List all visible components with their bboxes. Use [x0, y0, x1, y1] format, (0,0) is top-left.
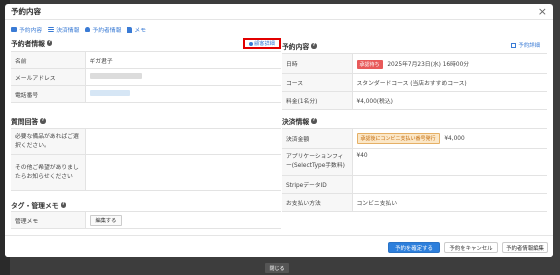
nav-reservation-label: 予約内容: [19, 28, 43, 34]
help-icon[interactable]: ?: [311, 118, 317, 124]
customer-detail-label: 顧客詳細: [254, 41, 275, 47]
table-row: 日時 承認待ち 2025年7月23日(水) 16時00分: [282, 53, 547, 74]
fee-label: 料金(1名分): [282, 91, 353, 110]
date-value: 2025年7月23日(水) 16時00分: [387, 61, 470, 68]
calendar-icon: [11, 27, 17, 32]
tags-title-text: タグ・管理メモ: [11, 202, 59, 210]
reservation-section-title: 予約内容 ?: [282, 41, 317, 51]
reservation-table: 日時 承認待ち 2025年7月23日(水) 16時00分 コース スタンダードコ…: [282, 53, 547, 110]
redacted-email: [89, 73, 142, 79]
payment-table: 決済金額 承認後にコンビニ支払い番号発行 ¥4,000 アプリケーションフィー(…: [282, 128, 547, 212]
reserver-section-title: 予約者情報 ?: [11, 38, 53, 48]
nav-memo-label: メモ: [134, 28, 147, 34]
cancel-reservation-button[interactable]: 予約をキャンセル: [444, 242, 498, 253]
table-row: お支払い方法 コンビニ支払い: [282, 193, 547, 212]
edit-memo-button[interactable]: 編集する: [89, 214, 123, 226]
question-label: 必要な備品があればご選択ください。: [11, 128, 86, 155]
name-label: 名前: [11, 51, 86, 69]
help-icon[interactable]: ?: [46, 40, 53, 46]
questions-table: 必要な備品があればご選択ください。 その他ご希望がありましたらお知らせください: [11, 128, 281, 191]
reservation-title-text: 予約内容: [282, 43, 310, 51]
nav-payment-label: 決済情報: [56, 28, 80, 34]
table-row: アプリケーションフィー(SelectType手数料) ¥40: [282, 148, 547, 176]
payment-section-title: 決済情報 ?: [282, 116, 317, 126]
memo-value: 編集する: [85, 211, 281, 229]
tags-table: 管理メモ 編集する: [11, 211, 281, 229]
memo-label: 管理メモ: [11, 211, 86, 229]
nav-payment[interactable]: 決済情報: [48, 25, 79, 34]
page-close-button[interactable]: 閉じる: [265, 263, 289, 273]
convenience-badge: 承認後にコンビニ支払い番号発行: [356, 133, 440, 144]
table-row: 決済金額 承認後にコンビニ支払い番号発行 ¥4,000: [282, 128, 547, 149]
email-value: [85, 68, 281, 86]
table-row: その他ご希望がありましたらお知らせください: [11, 154, 281, 191]
name-value: ギガ君子: [85, 51, 281, 69]
confirm-reservation-button[interactable]: 予約を確定する: [388, 242, 440, 253]
reserver-title-text: 予約者情報: [11, 40, 45, 48]
nav-reserver[interactable]: 予約者情報: [85, 25, 121, 34]
redacted-phone: [89, 90, 130, 96]
question-label: その他ご希望がありましたらお知らせください: [11, 154, 86, 191]
customer-detail-button[interactable]: 顧客詳細: [243, 38, 281, 49]
questions-title-text: 質問回答: [11, 118, 39, 126]
question-answer: [85, 154, 281, 191]
edit-reserver-button[interactable]: 予約者情報編集: [502, 242, 548, 253]
payment-title-text: 決済情報: [282, 118, 310, 126]
questions-section-title: 質問回答 ?: [11, 116, 46, 126]
question-answer: [85, 128, 281, 155]
reservation-detail-label: 予約詳細: [518, 43, 540, 49]
email-label: メールアドレス: [11, 68, 86, 86]
person-icon: [85, 27, 91, 32]
table-row: 必要な備品があればご選択ください。: [11, 128, 281, 155]
table-row: StripeデータID: [282, 175, 547, 194]
status-badge: 承認待ち: [356, 59, 383, 69]
amount-value: ¥4,000: [444, 136, 465, 142]
calendar-icon: [510, 43, 516, 48]
appfee-value: ¥40: [352, 148, 547, 176]
reserver-table: 名前 ギガ君子 メールアドレス 電話番号: [11, 51, 281, 103]
reservation-detail-link[interactable]: 予約詳細: [510, 41, 540, 49]
stripe-label: StripeデータID: [282, 175, 353, 194]
modal-title: 予約内容: [11, 7, 41, 16]
person-icon: [249, 41, 254, 46]
table-row: メールアドレス: [11, 68, 281, 86]
section-nav: 予約内容 決済情報 予約者情報 メモ: [11, 25, 146, 34]
nav-memo[interactable]: メモ: [127, 25, 146, 34]
stripe-value: [352, 175, 547, 194]
amount-value-cell: 承認後にコンビニ支払い番号発行 ¥4,000: [352, 128, 547, 149]
doc-icon: [127, 26, 133, 33]
help-icon[interactable]: ?: [60, 202, 67, 208]
method-value: コンビニ支払い: [352, 193, 547, 212]
tags-section-title: タグ・管理メモ ?: [11, 200, 67, 210]
card-icon: [48, 27, 55, 32]
fee-value: ¥4,000(税込): [352, 91, 547, 110]
amount-label: 決済金額: [282, 128, 353, 149]
method-label: お支払い方法: [282, 193, 353, 212]
phone-value: [85, 85, 281, 103]
course-label: コース: [282, 73, 353, 92]
reservation-modal: 予約内容 × 予約内容 決済情報 予約者情報 メモ 予約者情報 ? 顧客詳細 名…: [5, 4, 553, 257]
help-icon[interactable]: ?: [40, 118, 46, 124]
course-value: スタンダードコース (当店おすすめコース): [352, 73, 547, 92]
date-label: 日時: [282, 53, 353, 74]
close-icon[interactable]: ×: [538, 6, 547, 18]
table-row: コース スタンダードコース (当店おすすめコース): [282, 73, 547, 92]
modal-header: 予約内容 ×: [5, 4, 553, 20]
nav-reserver-label: 予約者情報: [92, 28, 122, 34]
nav-reservation[interactable]: 予約内容: [11, 25, 42, 34]
table-row: 管理メモ 編集する: [11, 211, 281, 229]
date-value-cell: 承認待ち 2025年7月23日(水) 16時00分: [352, 53, 547, 74]
modal-footer: 予約を確定する 予約をキャンセル 予約者情報編集: [5, 235, 553, 257]
phone-label: 電話番号: [11, 85, 86, 103]
table-row: 料金(1名分) ¥4,000(税込): [282, 91, 547, 110]
table-row: 電話番号: [11, 85, 281, 103]
appfee-label: アプリケーションフィー(SelectType手数料): [282, 148, 353, 176]
help-icon[interactable]: ?: [311, 43, 317, 49]
table-row: 名前 ギガ君子: [11, 51, 281, 69]
